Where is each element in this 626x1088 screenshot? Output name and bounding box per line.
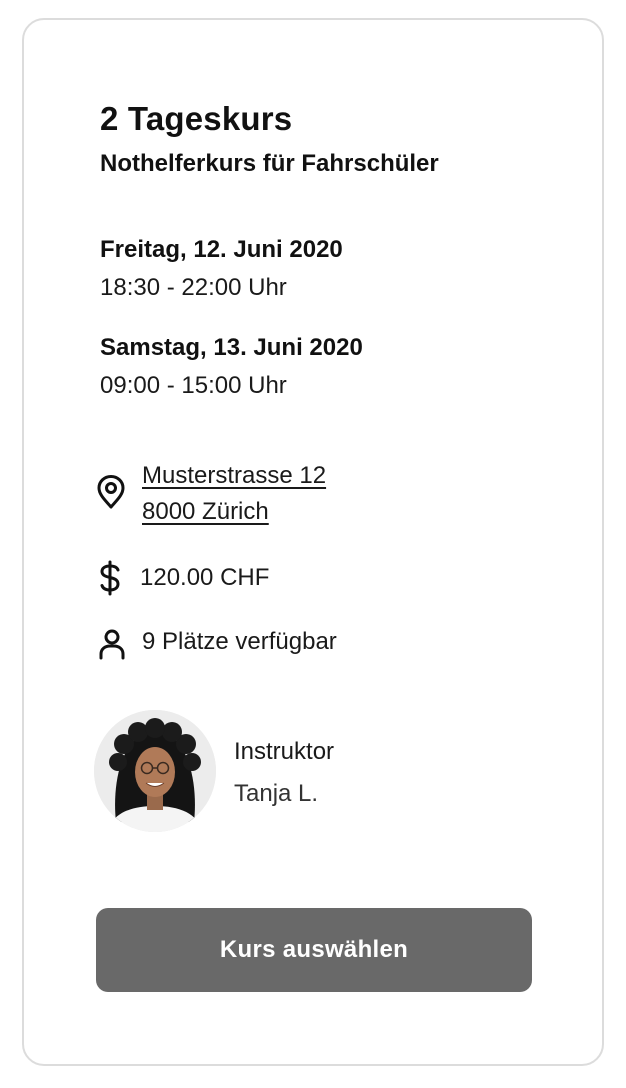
course-name: Nothelferkurs für Fahrschüler xyxy=(100,150,439,177)
schedule-time-2: 09:00 - 15:00 Uhr xyxy=(100,372,287,399)
schedule-time-1: 18:30 - 22:00 Uhr xyxy=(100,274,287,301)
instructor-avatar xyxy=(94,710,216,832)
instructor-label: Instruktor xyxy=(234,738,335,765)
schedule-day-2: Samstag, 13. Juni 2020 xyxy=(100,334,363,361)
seats-available: 9 Plätze verfügbar xyxy=(142,628,337,655)
select-course-button[interactable]: Kurs auswählen xyxy=(96,908,532,992)
user-icon xyxy=(99,629,125,660)
address-link[interactable]: Musterstrasse 12 8000 Zürich xyxy=(142,458,326,530)
schedule-day-1: Freitag, 12. Juni 2020 xyxy=(100,236,343,263)
course-type-title: 2 Tageskurs xyxy=(100,100,293,137)
instructor-name: Tanja L. xyxy=(234,780,319,807)
price-value: 120.00 CHF xyxy=(140,564,270,591)
course-card: 2 Tageskurs Nothelferkurs für Fahrschüle… xyxy=(22,18,604,1066)
map-pin-icon xyxy=(97,475,125,509)
address-street[interactable]: Musterstrasse 12 xyxy=(142,458,326,494)
dollar-icon xyxy=(100,560,120,596)
address-city[interactable]: 8000 Zürich xyxy=(142,494,326,530)
